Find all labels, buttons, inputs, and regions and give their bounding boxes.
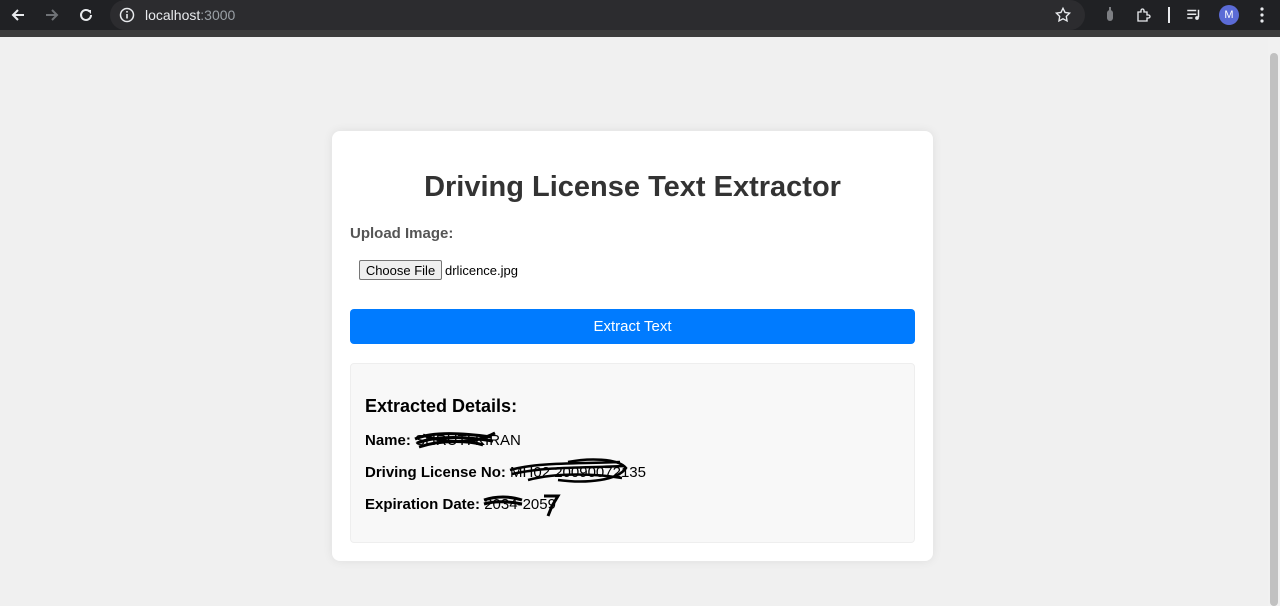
- selected-file-name: drlicence.jpg: [445, 263, 518, 278]
- license-row: Driving License No: MH02 20090072135: [365, 458, 646, 483]
- url-text: localhost:3000: [145, 7, 236, 23]
- media-queue-icon[interactable]: [1184, 5, 1204, 25]
- page-scrollbar[interactable]: [1268, 37, 1280, 606]
- extract-text-button[interactable]: Extract Text: [350, 309, 915, 344]
- name-label: Name:: [365, 432, 411, 449]
- address-bar[interactable]: [110, 0, 1085, 30]
- page-title: Driving License Text Extractor: [424, 171, 841, 203]
- expiration-value: 2034-2059: [483, 494, 561, 517]
- toolbar-separator: [0, 30, 1280, 37]
- extension-icon[interactable]: [1100, 5, 1120, 25]
- extractor-card: Driving License Text Extractor Upload Im…: [332, 131, 933, 561]
- license-label: Driving License No:: [365, 464, 506, 481]
- bookmark-star-icon[interactable]: [1053, 5, 1073, 25]
- forward-icon[interactable]: [40, 3, 64, 27]
- puzzle-icon[interactable]: [1134, 5, 1154, 25]
- reload-icon[interactable]: [74, 3, 98, 27]
- profile-avatar[interactable]: M: [1219, 5, 1239, 25]
- expiration-row: Expiration Date: 2034-2059: [365, 494, 561, 517]
- license-value: MH02 20090072135: [509, 458, 646, 483]
- upload-label: Upload Image:: [350, 225, 454, 242]
- menu-kebab-icon[interactable]: [1252, 5, 1272, 25]
- site-info-icon[interactable]: [118, 6, 136, 24]
- toolbar-divider: [1168, 7, 1170, 23]
- back-icon[interactable]: [6, 3, 30, 27]
- browser-toolbar: localhost:3000 M: [0, 0, 1280, 30]
- scrollbar-thumb[interactable]: [1270, 53, 1278, 606]
- name-value: SHRUTI KIRAN: [414, 431, 521, 449]
- choose-file-button[interactable]: Choose File: [359, 260, 442, 280]
- expiration-label: Expiration Date:: [365, 496, 481, 513]
- name-row: Name: SHRUTI KIRAN: [365, 431, 521, 449]
- details-heading: Extracted Details:: [365, 396, 518, 416]
- extracted-details-panel: Extracted Details: Name: SHRUTI KIRAN Dr…: [350, 363, 915, 543]
